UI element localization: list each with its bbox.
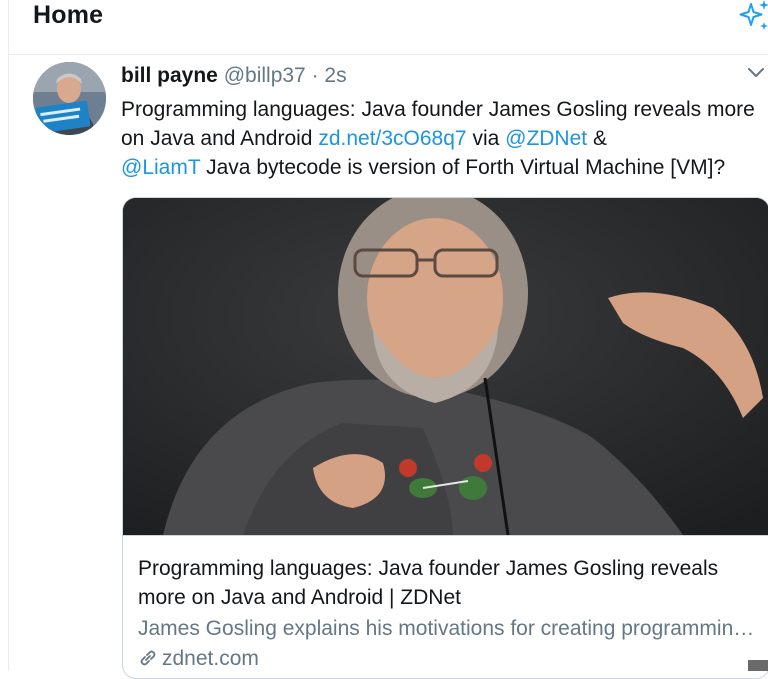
tweet[interactable]: bill payne @billp37 · 2s Programming lan… [9, 55, 768, 679]
mention-zdnet[interactable]: @ZDNet [505, 127, 587, 150]
tweet-link[interactable]: zd.net/3cO68q7 [318, 127, 466, 150]
card-title[interactable]: Programming languages: Java founder Jame… [138, 554, 758, 612]
tweet-text-part: via [466, 127, 506, 150]
chevron-down-icon[interactable] [747, 66, 765, 80]
link-card[interactable]: Programming languages: Java founder Jame… [122, 197, 768, 679]
sparkle-icon[interactable] [737, 0, 768, 34]
tweet-header: bill payne @billp37 · 2s [121, 64, 347, 88]
mention-liamt[interactable]: @LiamT [121, 156, 200, 179]
tweet-text-part: Java bytecode is version of Forth Virtua… [200, 156, 726, 179]
tweet-text: Programming languages: Java founder Jame… [121, 95, 766, 182]
card-body[interactable]: Programming languages: Java founder Jame… [123, 535, 768, 670]
avatar[interactable] [33, 62, 106, 135]
author-handle[interactable]: @billp37 [224, 64, 306, 87]
tweet-text-part: & [587, 127, 607, 150]
link-icon [140, 650, 156, 666]
card-image[interactable] [123, 198, 768, 536]
tweet-timestamp[interactable]: 2s [324, 64, 346, 87]
card-domain-text: zdnet.com [162, 647, 259, 670]
page-title: Home [33, 1, 104, 29]
window-corner [748, 660, 768, 671]
card-domain: zdnet.com [138, 647, 259, 671]
separator-dot: · [311, 64, 319, 87]
card-description: James Gosling explains his motivations f… [138, 617, 756, 640]
timeline-header: Home [9, 0, 768, 55]
author-name[interactable]: bill payne [121, 64, 218, 87]
